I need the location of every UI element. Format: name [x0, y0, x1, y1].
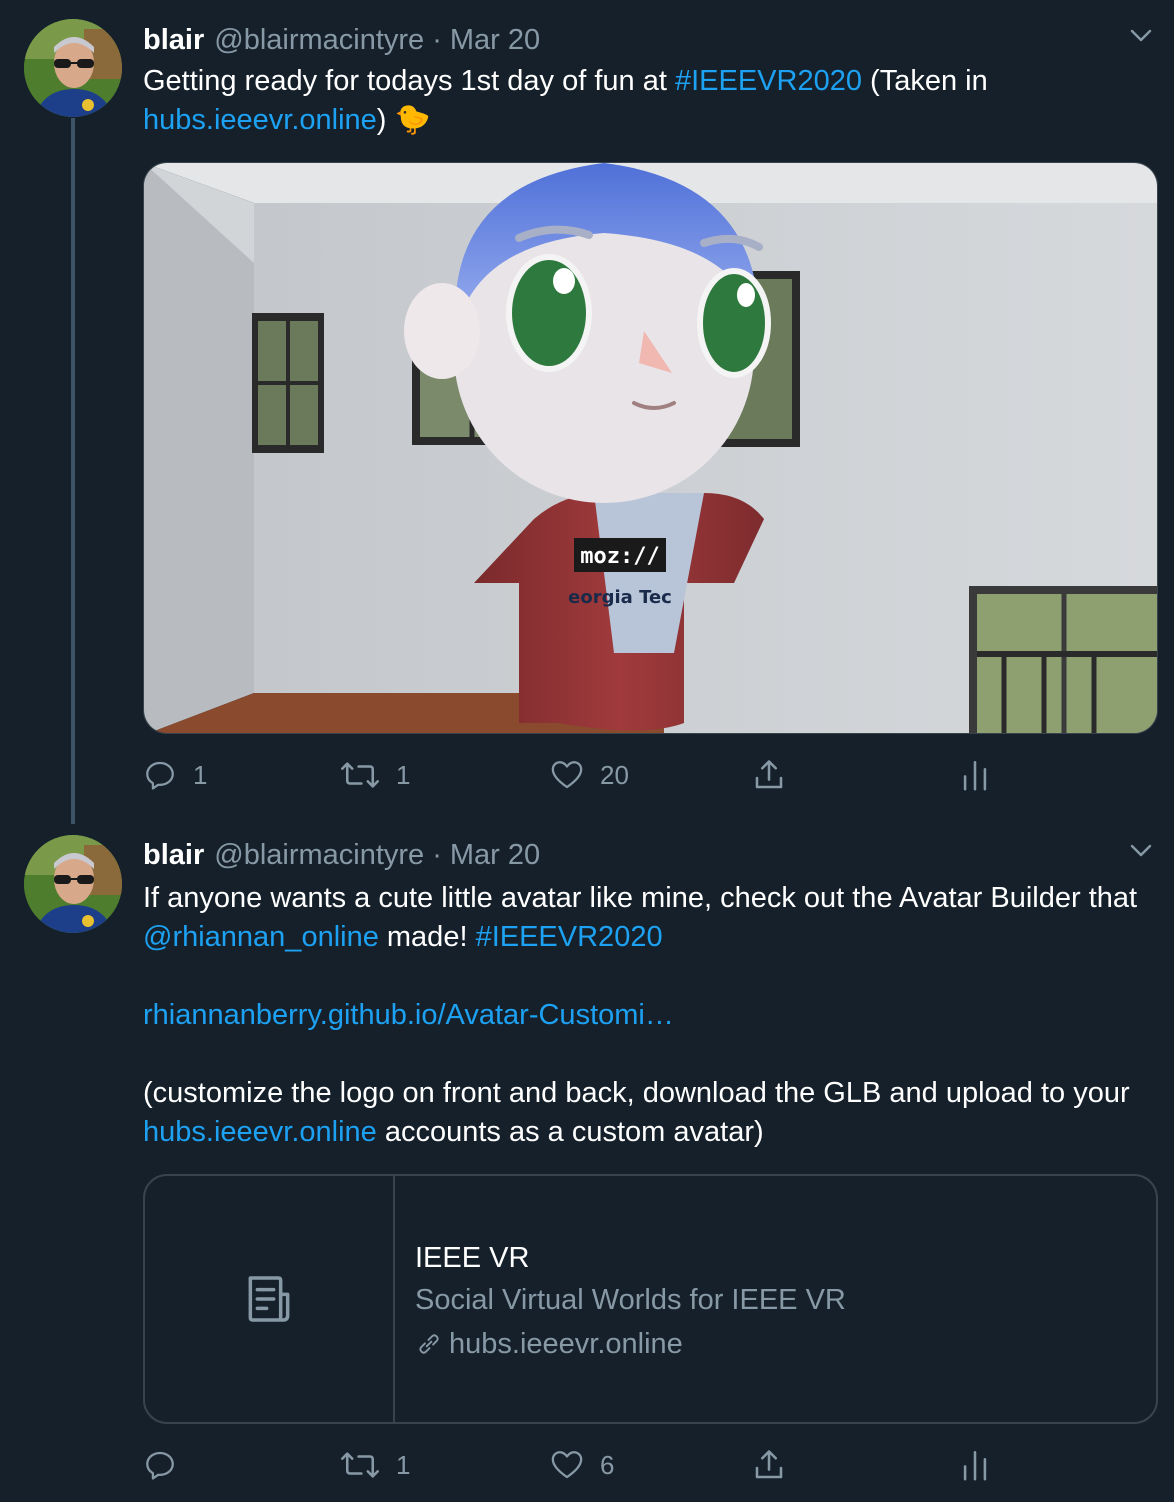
chevron-down-icon[interactable] — [1126, 835, 1156, 865]
tweet-text: If anyone wants a cute little avatar lik… — [143, 879, 1153, 1152]
hashtag-link[interactable]: #IEEEVR2020 — [675, 65, 862, 97]
card-thumbnail — [145, 1176, 395, 1422]
reply-button[interactable] — [143, 1445, 193, 1485]
card-url-text: hubs.ieeevr.online — [449, 1328, 683, 1360]
share-button[interactable] — [751, 1445, 787, 1485]
share-icon — [755, 760, 783, 789]
analytics-icon — [963, 1450, 987, 1481]
separator: · — [432, 838, 442, 871]
like-count: 20 — [600, 759, 629, 790]
text-segment: (customize the logo on front and back, d… — [143, 1077, 1130, 1109]
tweet-date[interactable]: Mar 20 — [450, 24, 540, 57]
link-card[interactable]: IEEE VR Social Virtual Worlds for IEEE V… — [143, 1174, 1158, 1424]
tweet[interactable]: blair @blairmacintyre · Mar 20 If anyone… — [0, 820, 1174, 1502]
author-name[interactable]: blair — [143, 839, 204, 872]
retweet-button[interactable]: 1 — [340, 1445, 410, 1485]
separator: · — [432, 23, 442, 56]
like-count: 6 — [600, 1449, 615, 1480]
tweet-actions: 1 6 — [143, 1445, 1043, 1485]
tweet-date[interactable]: Mar 20 — [450, 839, 540, 872]
reply-count: 1 — [193, 759, 208, 790]
author-handle[interactable]: @blairmacintyre — [214, 24, 424, 57]
text-segment: made! — [378, 921, 476, 953]
retweet-icon — [341, 762, 379, 788]
share-button[interactable] — [751, 755, 787, 795]
url-link[interactable]: rhiannanberry.github.io/Avatar-Customi… — [143, 999, 674, 1031]
text-segment: accounts as a custom avatar) — [376, 1116, 764, 1148]
text-segment: Getting ready for todays 1st day of fun … — [143, 65, 675, 97]
tweet[interactable]: blair @blairmacintyre · Mar 20 Getting r… — [0, 0, 1174, 824]
url-link[interactable]: hubs.ieeevr.online — [143, 1116, 377, 1148]
card-url: hubs.ieeevr.online — [415, 1322, 1115, 1366]
chick-emoji: 🐤 — [394, 104, 431, 136]
analytics-button[interactable] — [958, 1445, 992, 1485]
article-icon — [248, 1276, 290, 1322]
reply-icon — [146, 1451, 174, 1480]
like-button[interactable]: 6 — [550, 1445, 614, 1485]
mention-link[interactable]: @rhiannan_online — [143, 921, 379, 953]
analytics-icon — [963, 760, 987, 791]
text-segment: (Taken in — [861, 65, 988, 97]
retweet-count: 1 — [396, 759, 411, 790]
analytics-button[interactable] — [958, 755, 992, 795]
hashtag-link[interactable]: #IEEEVR2020 — [476, 921, 663, 953]
like-icon — [551, 761, 583, 789]
author-name[interactable]: blair — [143, 24, 204, 57]
shirt-logo-top: moz:// — [580, 544, 659, 569]
avatar[interactable] — [24, 835, 122, 933]
tweet-actions: 1 1 20 — [143, 755, 1043, 795]
avatar[interactable] — [24, 19, 122, 117]
chevron-down-icon[interactable] — [1126, 20, 1156, 50]
thread-connector-line — [71, 118, 75, 824]
author-handle[interactable]: @blairmacintyre — [214, 839, 424, 872]
card-description: Social Virtual Worlds for IEEE VR — [415, 1284, 846, 1316]
share-icon — [755, 1450, 783, 1479]
reply-icon — [146, 761, 174, 790]
link-icon — [419, 1334, 439, 1354]
retweet-icon — [341, 1452, 379, 1478]
like-icon — [551, 1451, 583, 1479]
like-button[interactable]: 20 — [550, 755, 629, 795]
text-segment: If anyone wants a cute little avatar lik… — [143, 882, 1138, 914]
tweet-text: Getting ready for todays 1st day of fun … — [143, 62, 1153, 140]
text-segment: ) — [376, 104, 395, 136]
tweet-image[interactable]: moz:// eorgia Tec — [143, 162, 1158, 734]
retweet-count: 1 — [396, 1449, 411, 1480]
reply-button[interactable]: 1 — [143, 755, 207, 795]
shirt-logo-bottom: eorgia Tec — [568, 587, 672, 608]
card-title: IEEE VR — [415, 1242, 530, 1274]
url-link[interactable]: hubs.ieeevr.online — [143, 104, 377, 136]
retweet-button[interactable]: 1 — [340, 755, 410, 795]
